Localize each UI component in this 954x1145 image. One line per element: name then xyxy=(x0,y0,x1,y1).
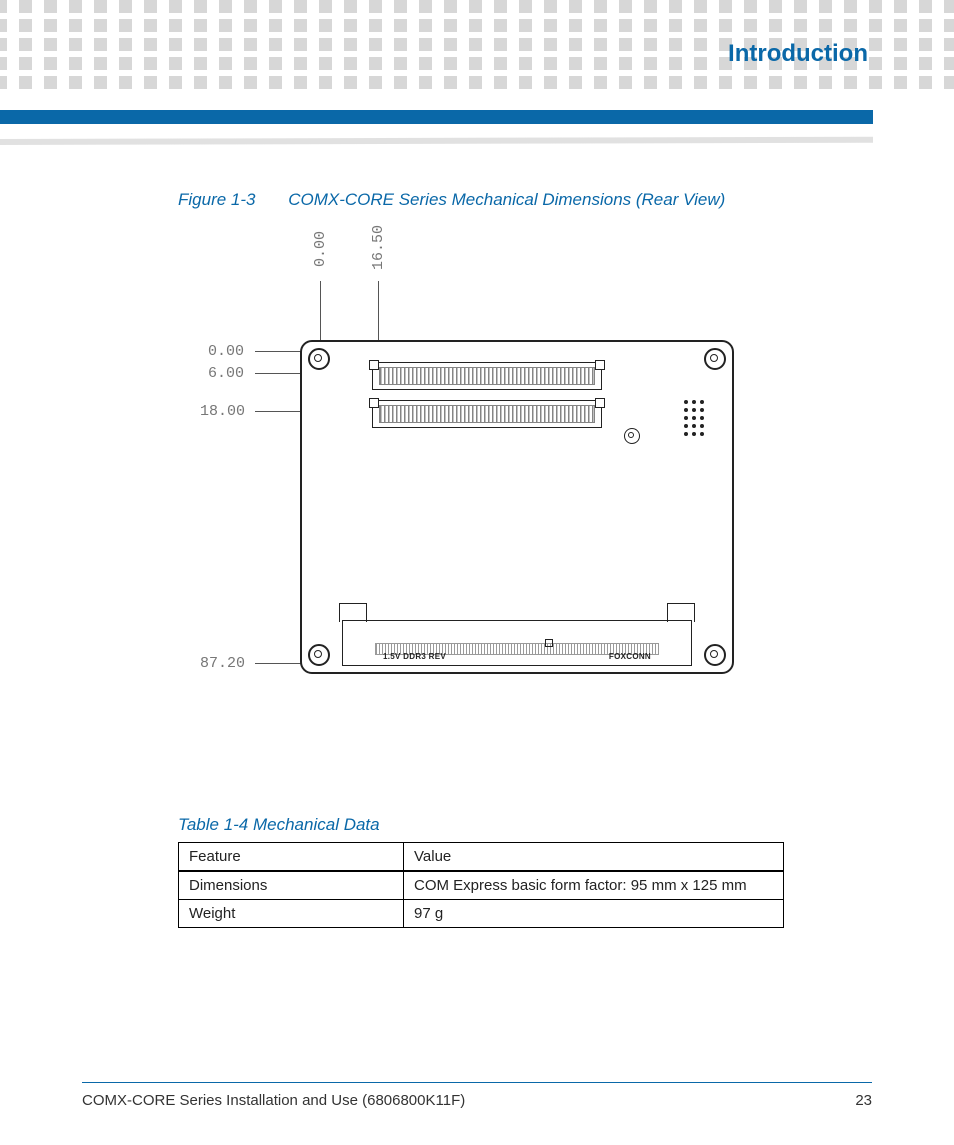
board-connector-a xyxy=(372,362,602,390)
board-connector-b xyxy=(372,400,602,428)
mechanical-drawing: 0.00 16.50 0.00 6.00 18.00 87.20 xyxy=(200,225,760,745)
figure-number: Figure 1-3 xyxy=(178,190,255,209)
dim-extension-line xyxy=(320,281,321,341)
table-cell-value: COM Express basic form factor: 95 mm x 1… xyxy=(404,871,784,900)
table-row: Weight 97 g xyxy=(179,900,784,928)
dim-left-6: 6.00 xyxy=(208,365,244,382)
standoff-icon xyxy=(624,428,640,444)
header-pin-grid-icon xyxy=(684,400,704,436)
dim-left-87p2: 87.20 xyxy=(200,655,245,672)
dim-top-16p5: 16.50 xyxy=(370,225,387,270)
table-cell-feature: Weight xyxy=(179,900,404,928)
figure-title: COMX-CORE Series Mechanical Dimensions (… xyxy=(288,190,725,209)
table-header-feature: Feature xyxy=(179,843,404,872)
mount-hole-icon xyxy=(308,348,330,370)
mount-hole-icon xyxy=(704,348,726,370)
sodimm-slot: 1.5V DDR3 REV FOXCONN xyxy=(342,620,692,666)
table-caption: Table 1-4 Mechanical Data xyxy=(178,815,380,835)
slot-label-right: FOXCONN xyxy=(609,652,651,661)
dim-left-0: 0.00 xyxy=(208,343,244,360)
header-shadow-stripe xyxy=(0,137,873,145)
table-cell-feature: Dimensions xyxy=(179,871,404,900)
header-blue-bar xyxy=(0,110,873,124)
dim-left-18: 18.00 xyxy=(200,403,245,420)
mount-hole-icon xyxy=(308,644,330,666)
slot-label-left: 1.5V DDR3 REV xyxy=(383,652,446,661)
pcb-outline: 1.5V DDR3 REV FOXCONN xyxy=(300,340,734,674)
header-band: Introduction xyxy=(0,0,954,140)
figure-caption: Figure 1-3 COMX-CORE Series Mechanical D… xyxy=(178,190,725,210)
chapter-title: Introduction xyxy=(728,40,868,68)
table-header-value: Value xyxy=(404,843,784,872)
mount-hole-icon xyxy=(704,644,726,666)
table-header-row: Feature Value xyxy=(179,843,784,872)
footer-page-number: 23 xyxy=(855,1092,872,1109)
table-cell-value: 97 g xyxy=(404,900,784,928)
footer-document-title: COMX-CORE Series Installation and Use (6… xyxy=(82,1092,465,1109)
dim-top-0: 0.00 xyxy=(312,231,329,267)
footer-rule xyxy=(82,1082,872,1083)
mechanical-data-table: Feature Value Dimensions COM Express bas… xyxy=(178,842,784,928)
table-row: Dimensions COM Express basic form factor… xyxy=(179,871,784,900)
